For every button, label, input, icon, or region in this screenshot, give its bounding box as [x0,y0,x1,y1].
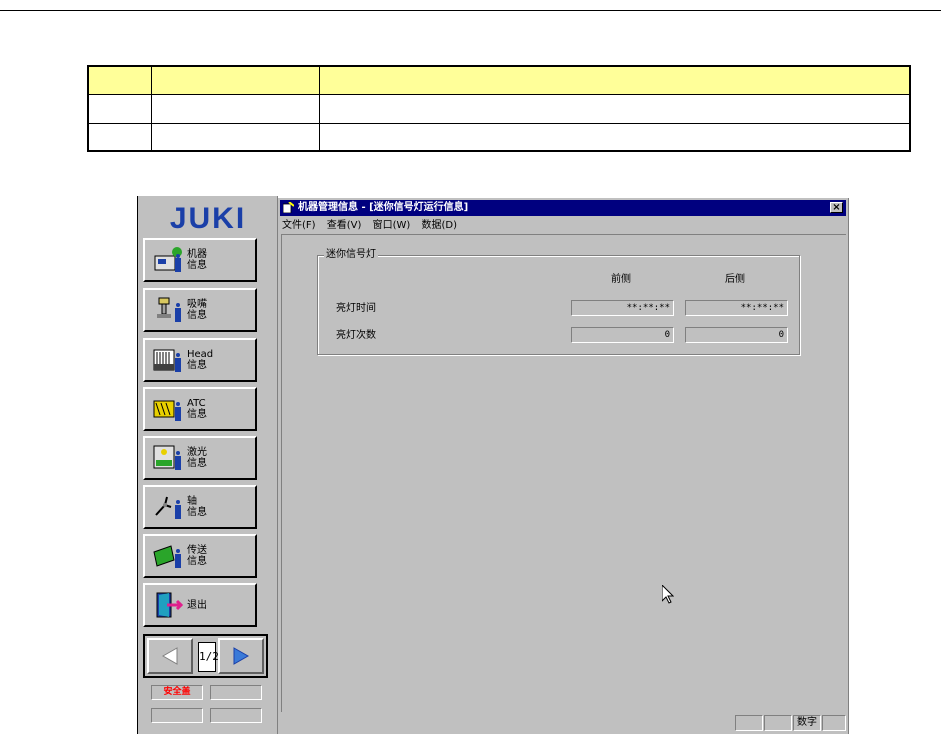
page-nav: 1/2 [143,634,268,678]
juki-logo: JUKI [170,202,246,234]
mouse-cursor-icon [662,585,674,604]
doc-table-row [89,124,909,152]
status-bar: 数字 [280,714,846,732]
menu-data[interactable]: 数据(D) [421,220,457,231]
menu-window[interactable]: 窗口(W) [373,220,411,231]
exit-button[interactable]: 退出 [143,583,257,627]
page-top-rule [0,10,941,11]
exit-label: 退出 [187,600,207,611]
on-time-rear-value: **:**:** [685,300,788,316]
menu-file[interactable]: 文件(F) [282,220,316,231]
column-rear-header: 后侧 [725,274,745,285]
laser-info-label: 激光 信息 [187,447,207,469]
exit-door-icon [156,592,184,618]
window-title: 机器管理信息 - [迷你信号灯运行信息] [298,202,469,213]
doc-table-row [89,95,909,124]
machine-management-window: 机器管理信息 - [迷你信号灯运行信息] × 文件(F) 查看(V) 窗口(W)… [278,198,849,734]
doc-table-header-row [89,67,909,95]
doc-table-divider [151,67,152,150]
title-bar[interactable]: 机器管理信息 - [迷你信号灯运行信息] × [280,200,846,216]
conveyor-info-button[interactable]: 传送 信息 [143,534,257,578]
right-arrow-icon [233,647,250,665]
atc-info-icon [153,400,181,421]
prev-page-button[interactable] [147,638,193,674]
on-time-front-value: **:**:** [571,300,674,316]
status-cell [210,708,262,723]
column-front-header: 前侧 [611,274,631,285]
laser-info-button[interactable]: 激光 信息 [143,436,257,480]
status-cell [764,715,792,731]
status-cell [822,715,846,731]
status-cell [151,708,203,723]
doc-table [87,65,911,152]
status-cell [735,715,763,731]
page-indicator: 1/2 [198,642,219,672]
head-info-label: Head 信息 [187,349,214,371]
menu-view[interactable]: 查看(V) [327,220,362,231]
document-icon [283,202,294,213]
nozzle-info-icon [157,297,181,322]
head-info-button[interactable]: Head 信息 [143,338,257,382]
conveyor-info-label: 传送 信息 [187,545,207,567]
on-count-front-value: 0 [571,327,674,343]
doc-table-divider [319,67,320,150]
status-cell [210,685,262,700]
nozzle-info-button[interactable]: 吸嘴 信息 [143,288,257,332]
machine-info-label: 机器 信息 [187,249,207,271]
svg-text:JUKI: JUKI [170,202,246,234]
axis-info-label: 轴 信息 [187,496,207,518]
machine-info-button[interactable]: 机器 信息 [143,238,257,282]
left-arrow-icon [161,647,178,665]
axis-info-icon [155,496,181,519]
on-time-label: 亮灯时间 [336,303,376,314]
num-lock-indicator: 数字 [793,715,821,731]
safety-cover-status: 安全盖 [151,685,203,700]
laser-info-icon [153,445,181,470]
next-page-button[interactable] [218,638,264,674]
menu-bar: 文件(F) 查看(V) 窗口(W) 数据(D) [282,218,465,234]
client-area: 迷你信号灯 前侧 后侧 亮灯时间 **:**:** **:**:** 亮灯次数 … [281,234,846,712]
juki-sidebar: JUKI 机器 信息 吸嘴 信息 Head 信息 ATC 信息 激光 信息 轴 … [137,196,278,734]
machine-info-icon [154,247,182,272]
head-info-icon [153,349,181,372]
atc-info-button[interactable]: ATC 信息 [143,387,257,431]
on-count-label: 亮灯次数 [336,330,376,341]
axis-info-button[interactable]: 轴 信息 [143,485,257,529]
atc-info-label: ATC 信息 [187,398,207,420]
conveyor-info-icon [153,545,181,568]
close-button[interactable]: × [830,202,843,213]
nozzle-info-label: 吸嘴 信息 [187,299,207,321]
group-title: 迷你信号灯 [324,249,378,261]
on-count-rear-value: 0 [685,327,788,343]
